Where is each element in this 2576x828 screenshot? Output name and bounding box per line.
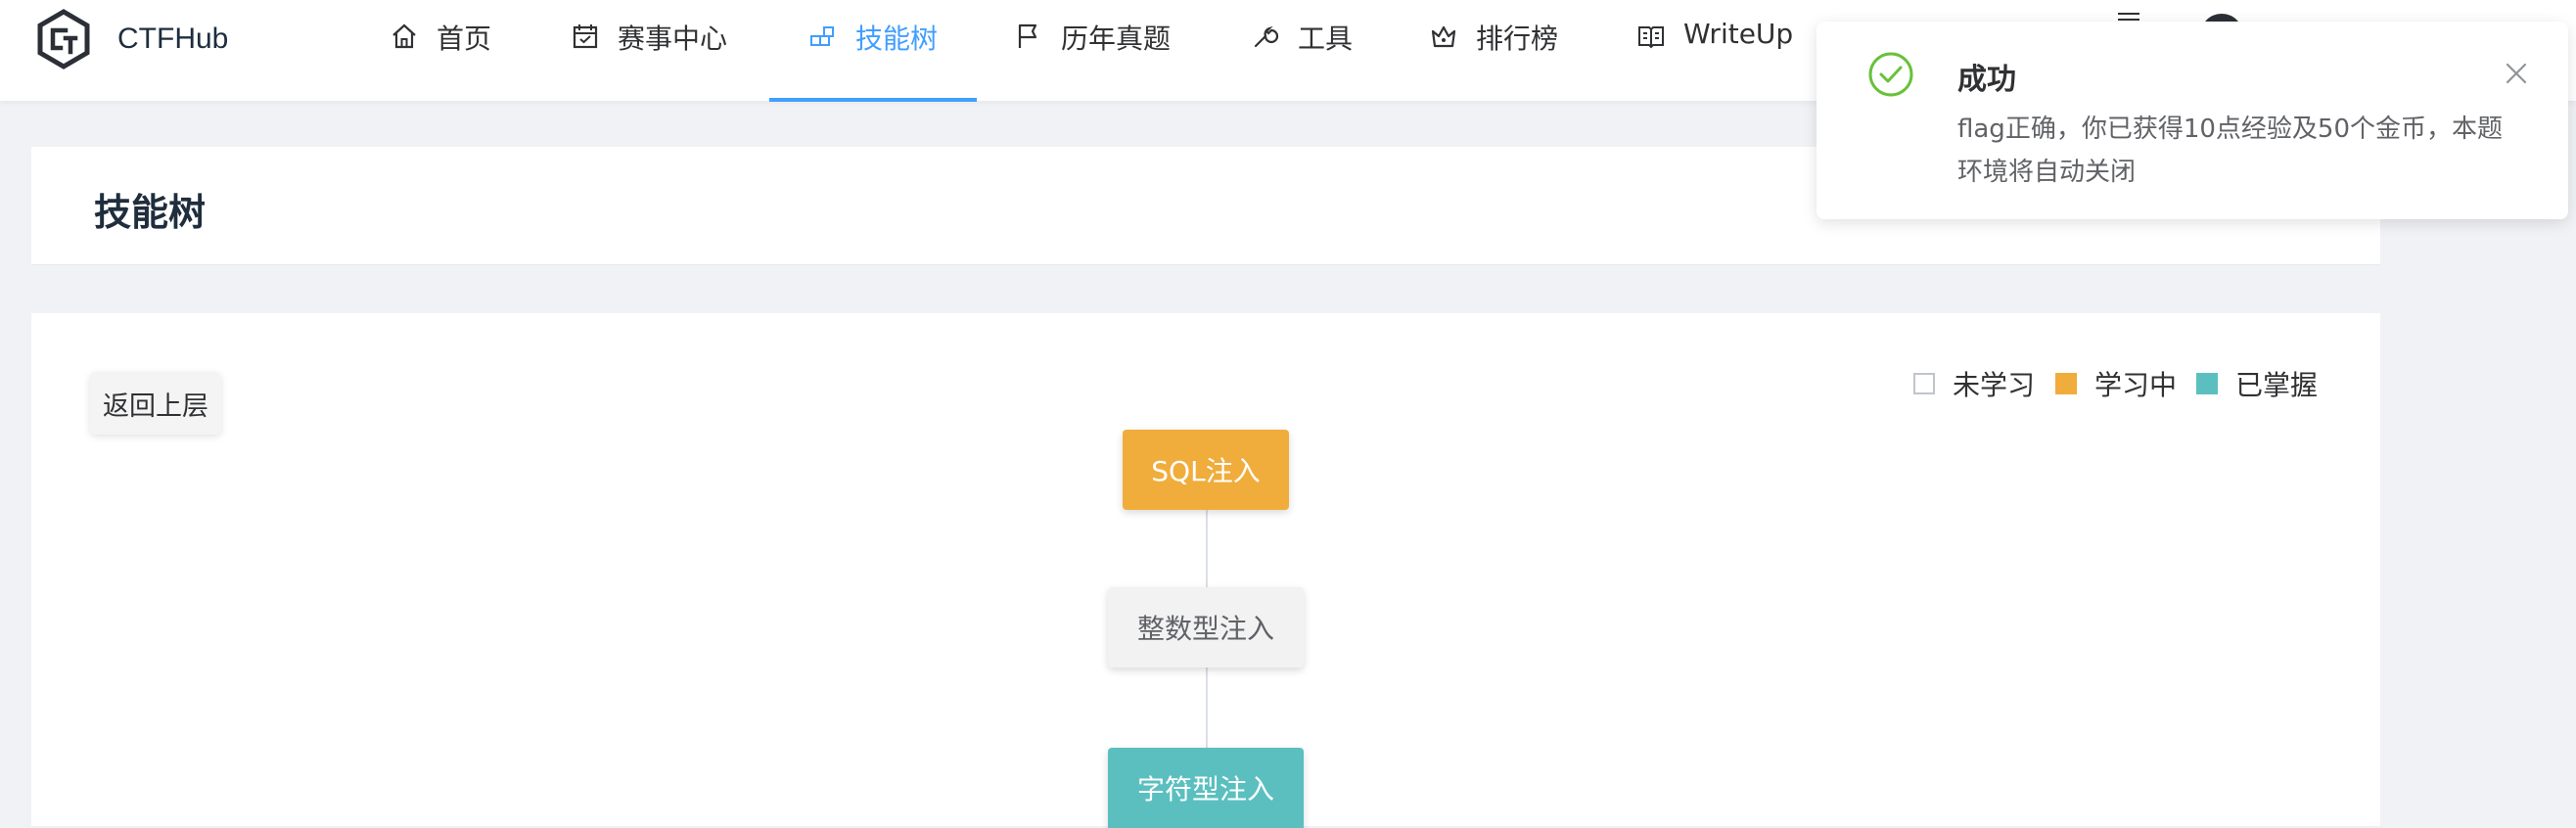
- nav-label: 赛事中心: [618, 23, 728, 55]
- nav-label: 工具: [1298, 23, 1354, 55]
- tree-node-sql-injection[interactable]: SQL注入: [1123, 430, 1289, 510]
- legend-label: 已掌握: [2235, 369, 2319, 401]
- tree-node-string-injection[interactable]: 字符型注入: [1108, 748, 1304, 828]
- nav-label: 历年真题: [1061, 23, 1172, 55]
- nav-label: 技能树: [855, 23, 939, 55]
- brand[interactable]: CTFHub: [33, 6, 228, 72]
- nav-item-events[interactable]: 赛事中心: [571, 0, 727, 101]
- tree-node-integer-injection[interactable]: 整数型注入: [1108, 587, 1304, 667]
- book-icon: [1638, 26, 1664, 49]
- tree-connector: [1206, 510, 1208, 587]
- ctfhub-logo-icon: [37, 9, 90, 69]
- nav-item-skill-tree[interactable]: 技能树: [769, 0, 978, 102]
- nav-item-writeup[interactable]: WriteUp: [1636, 0, 1793, 101]
- brand-name: CTFHub: [117, 23, 229, 55]
- success-check-icon: [1868, 52, 1913, 97]
- legend-item-learning: 学习中: [2055, 364, 2177, 403]
- wrench-icon: [1254, 25, 1279, 48]
- nav-item-home[interactable]: 首页: [390, 0, 491, 101]
- nav-label: WriteUp: [1683, 18, 1794, 50]
- legend-swatch: [2055, 373, 2077, 394]
- back-button[interactable]: 返回上层: [90, 372, 221, 435]
- nav-item-past-questions[interactable]: 历年真题: [1014, 0, 1171, 101]
- legend-swatch: [1913, 373, 1935, 394]
- notification-title: 成功: [1957, 63, 2016, 97]
- legend-label: 未学习: [1953, 369, 2036, 401]
- legend-label: 学习中: [2094, 369, 2178, 401]
- tree-connector: [1206, 667, 1208, 748]
- legend-item-mastered: 已掌握: [2196, 364, 2318, 403]
- page-title: 技能树: [94, 191, 207, 234]
- legend-swatch: [2196, 373, 2218, 394]
- nav-item-tools[interactable]: 工具: [1251, 0, 1353, 101]
- nav-label: 首页: [437, 23, 492, 55]
- home-icon: [392, 23, 416, 49]
- calendar-icon: [573, 24, 598, 49]
- close-icon[interactable]: [2502, 59, 2531, 88]
- trophy-icon: [1431, 25, 1456, 48]
- skill-tree-icon: [810, 26, 834, 46]
- notification-message: flag正确，你已获得10点经验及50个金币，本题环境将自动关闭: [1957, 115, 2503, 187]
- nav-item-leaderboard[interactable]: 排行榜: [1429, 0, 1558, 101]
- legend-item-not-learned: 未学习: [1913, 364, 2035, 403]
- flag-icon: [1018, 23, 1037, 48]
- nav-label: 排行榜: [1476, 23, 1559, 55]
- success-notification: 成功 flag正确，你已获得10点经验及50个金币，本题环境将自动关闭: [1817, 22, 2568, 219]
